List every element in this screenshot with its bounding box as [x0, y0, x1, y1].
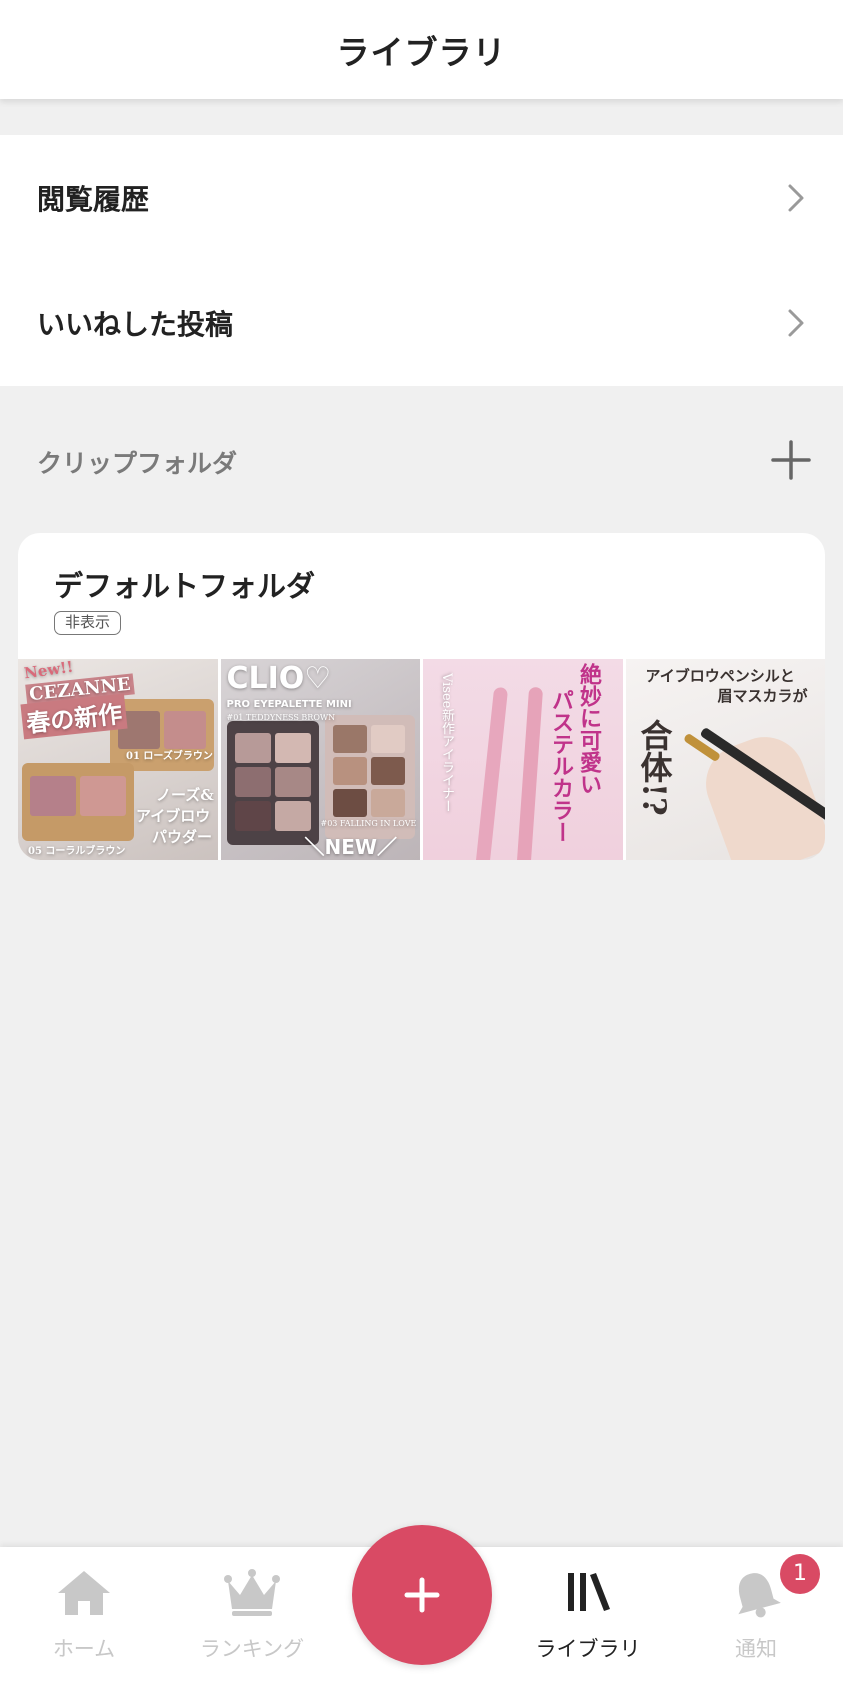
tab-library-label: ライブラリ — [535, 1637, 641, 1661]
thumbnail-text: PRO EYEPALETTE MINI — [226, 699, 352, 710]
tab-ranking-label: ランキング — [199, 1637, 305, 1661]
thumbnail-text: パウダー — [152, 828, 213, 846]
library-menu: 閲覧履歴 いいねした投稿 — [0, 135, 843, 386]
app-header: ライブラリ — [0, 0, 843, 99]
tab-notifications-label: 通知 — [735, 1637, 777, 1661]
thumbnail-text: アイブロウペンシルと — [645, 667, 795, 685]
thumbnail-visee[interactable]: 絶妙に可愛い パステルカラー Visee新作アイライナー — [423, 659, 623, 860]
tab-library[interactable]: ライブラリ — [504, 1547, 672, 1686]
powder-pan — [80, 776, 126, 816]
folder-name: デフォルトフォルダ — [54, 569, 316, 603]
browsing-history-row[interactable]: 閲覧履歴 — [0, 135, 843, 261]
thumbnail-text: ノーズ& — [156, 786, 214, 804]
browsing-history-label: 閲覧履歴 — [37, 183, 150, 216]
folder-thumbnails: New!! CEZANNE 春の新作 01 ローズブラウン ノーズ& アイブロウ… — [18, 659, 825, 860]
hidden-badge: 非表示 — [54, 611, 122, 635]
thumbnail-text: パステルカラー — [548, 689, 574, 843]
clip-folder-heading: クリップフォルダ — [37, 449, 238, 478]
eyeliner-pen — [475, 686, 509, 860]
powder-pan — [164, 711, 206, 749]
tab-home[interactable]: ホーム — [0, 1547, 168, 1686]
clip-folder-section-header: クリップフォルダ — [0, 430, 843, 490]
liked-posts-label: いいねした投稿 — [37, 308, 234, 341]
crown-icon — [224, 1569, 280, 1616]
eyeliner-pen — [516, 686, 544, 860]
thumbnail-cezanne[interactable]: New!! CEZANNE 春の新作 01 ローズブラウン ノーズ& アイブロウ… — [18, 659, 218, 860]
thumbnail-text: New!! — [22, 659, 75, 683]
eyeshadow-pan — [332, 725, 367, 753]
eyeshadow-pan — [234, 767, 271, 797]
default-folder-card[interactable]: デフォルトフォルダ 非表示 New!! CEZANNE 春の新作 01 ローズブ… — [18, 533, 825, 860]
page-title: ライブラリ — [336, 32, 507, 72]
home-icon — [58, 1571, 110, 1615]
eyeshadow-pan — [332, 789, 367, 817]
thumbnail-clio[interactable]: CLIO♡ PRO EYEPALETTE MINI #01 TEDDYNESS … — [220, 659, 420, 860]
eyeshadow-pan — [370, 757, 405, 785]
chevron-right-icon — [788, 184, 804, 212]
bell-icon — [738, 1573, 781, 1618]
add-folder-plus-icon[interactable] — [769, 438, 813, 482]
eyeshadow-pan — [332, 757, 367, 785]
thumbnail-text: #03 FALLING IN LOVE — [320, 819, 417, 828]
thumbnail-eyebrow-pencil[interactable]: アイブロウペンシルと 眉マスカラが 合体!? — [625, 659, 825, 860]
powder-pan — [30, 776, 76, 816]
eyeshadow-pan — [274, 733, 311, 763]
eyeshadow-pan — [274, 801, 311, 831]
eyeshadow-pan — [274, 767, 311, 797]
thumbnail-text: #01 TEDDYNESS BROWN — [226, 713, 336, 722]
plus-icon — [404, 1577, 440, 1613]
create-post-button[interactable] — [352, 1525, 492, 1665]
tab-ranking[interactable]: ランキング — [168, 1547, 336, 1686]
thumbnail-text: CLIO♡ — [226, 661, 332, 696]
thumbnail-text: 01 ローズブラウン — [126, 751, 213, 762]
thumbnail-text: 絶妙に可愛い — [576, 663, 602, 795]
thumbnail-text: ＼NEW／ — [304, 835, 397, 859]
eyeshadow-pan — [234, 733, 271, 763]
thumbnail-text: アイブロウ — [136, 807, 211, 825]
library-icon — [568, 1573, 610, 1611]
hand-shape — [694, 725, 825, 860]
thumbnail-text: 合体!? — [635, 719, 674, 816]
thumbnail-text: 眉マスカラが — [717, 687, 808, 705]
eyeshadow-pan — [370, 789, 405, 817]
liked-posts-row[interactable]: いいねした投稿 — [0, 260, 843, 386]
chevron-right-icon — [788, 309, 804, 337]
thumbnail-text: Visee新作アイライナー — [439, 673, 454, 813]
thumbnail-text: 05 コーラルブラウン — [28, 846, 126, 857]
eyeshadow-pan — [370, 725, 405, 753]
eyeshadow-pan — [234, 801, 271, 831]
notification-count-badge: 1 — [780, 1554, 820, 1594]
tab-home-label: ホーム — [52, 1637, 116, 1661]
